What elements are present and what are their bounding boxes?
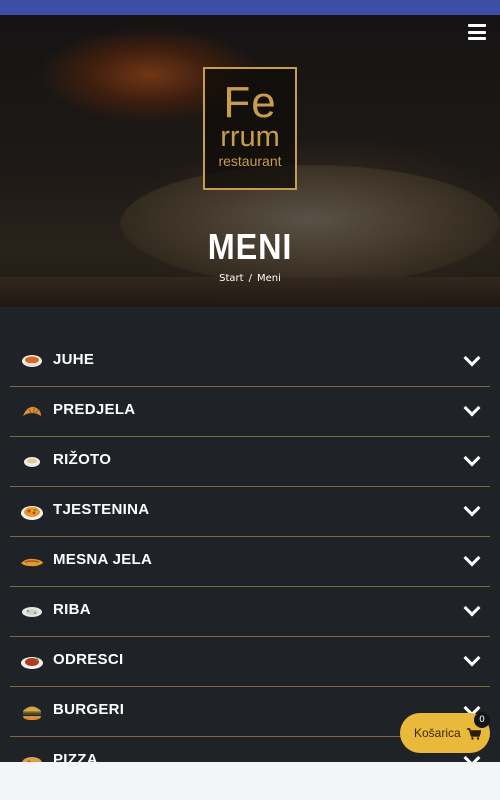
shopping-cart-icon [466, 727, 482, 740]
fish-icon [20, 603, 44, 621]
logo-line-3: restaurant [218, 153, 282, 169]
chevron-down-icon [463, 349, 481, 367]
menu-category-label: TJESTENINA [53, 501, 150, 518]
menu-accordion: JUHE PREDJELA RIŽOTO TJESTENINA MESNA JE… [0, 307, 500, 787]
burger-icon [20, 703, 44, 721]
chevron-down-icon [463, 599, 481, 617]
logo-line-2: rrum [220, 121, 280, 153]
restaurant-logo[interactable]: Fe rrum restaurant [203, 67, 297, 190]
steak-icon [20, 653, 44, 671]
menu-category-label: BURGERI [53, 701, 125, 718]
logo-line-1: Fe [223, 78, 277, 127]
menu-category-rizoto[interactable]: RIŽOTO [10, 437, 490, 487]
breadcrumb: Start / Meni [0, 273, 500, 284]
rice-bowl-icon [20, 453, 44, 471]
chevron-down-icon [463, 649, 481, 667]
top-status-bar [0, 0, 500, 15]
breadcrumb-current: Meni [256, 273, 281, 284]
menu-category-predjela[interactable]: PREDJELA [10, 387, 490, 437]
soup-bowl-icon [20, 353, 44, 371]
chevron-down-icon [463, 549, 481, 567]
menu-category-label: PREDJELA [53, 401, 136, 418]
menu-category-riba[interactable]: RIBA [10, 587, 490, 637]
hamburger-icon[interactable] [468, 24, 486, 40]
menu-category-mesna-jela[interactable]: MESNA JELA [10, 537, 490, 587]
menu-category-label: RIŽOTO [53, 451, 112, 468]
breadcrumb-start-link[interactable]: Start [219, 273, 243, 284]
chevron-down-icon [463, 399, 481, 417]
croissant-icon [20, 403, 44, 421]
breadcrumb-separator: / [248, 273, 252, 284]
pasta-icon [20, 503, 44, 521]
menu-category-odresci[interactable]: ODRESCI [10, 637, 490, 687]
menu-category-label: MESNA JELA [53, 551, 153, 568]
chevron-down-icon [463, 499, 481, 517]
bottom-browser-strip [0, 762, 500, 800]
menu-category-label: ODRESCI [53, 651, 124, 668]
cart-label: Košarica [414, 726, 461, 740]
menu-category-label: JUHE [53, 351, 95, 368]
menu-category-label: RIBA [53, 601, 91, 618]
menu-category-juhe[interactable]: JUHE [10, 337, 490, 387]
meat-icon [20, 553, 44, 571]
menu-category-tjestenina[interactable]: TJESTENINA [10, 487, 490, 537]
chevron-down-icon [463, 449, 481, 467]
page-title: MENI [207, 226, 293, 267]
cart-count-badge: 0 [474, 712, 490, 728]
